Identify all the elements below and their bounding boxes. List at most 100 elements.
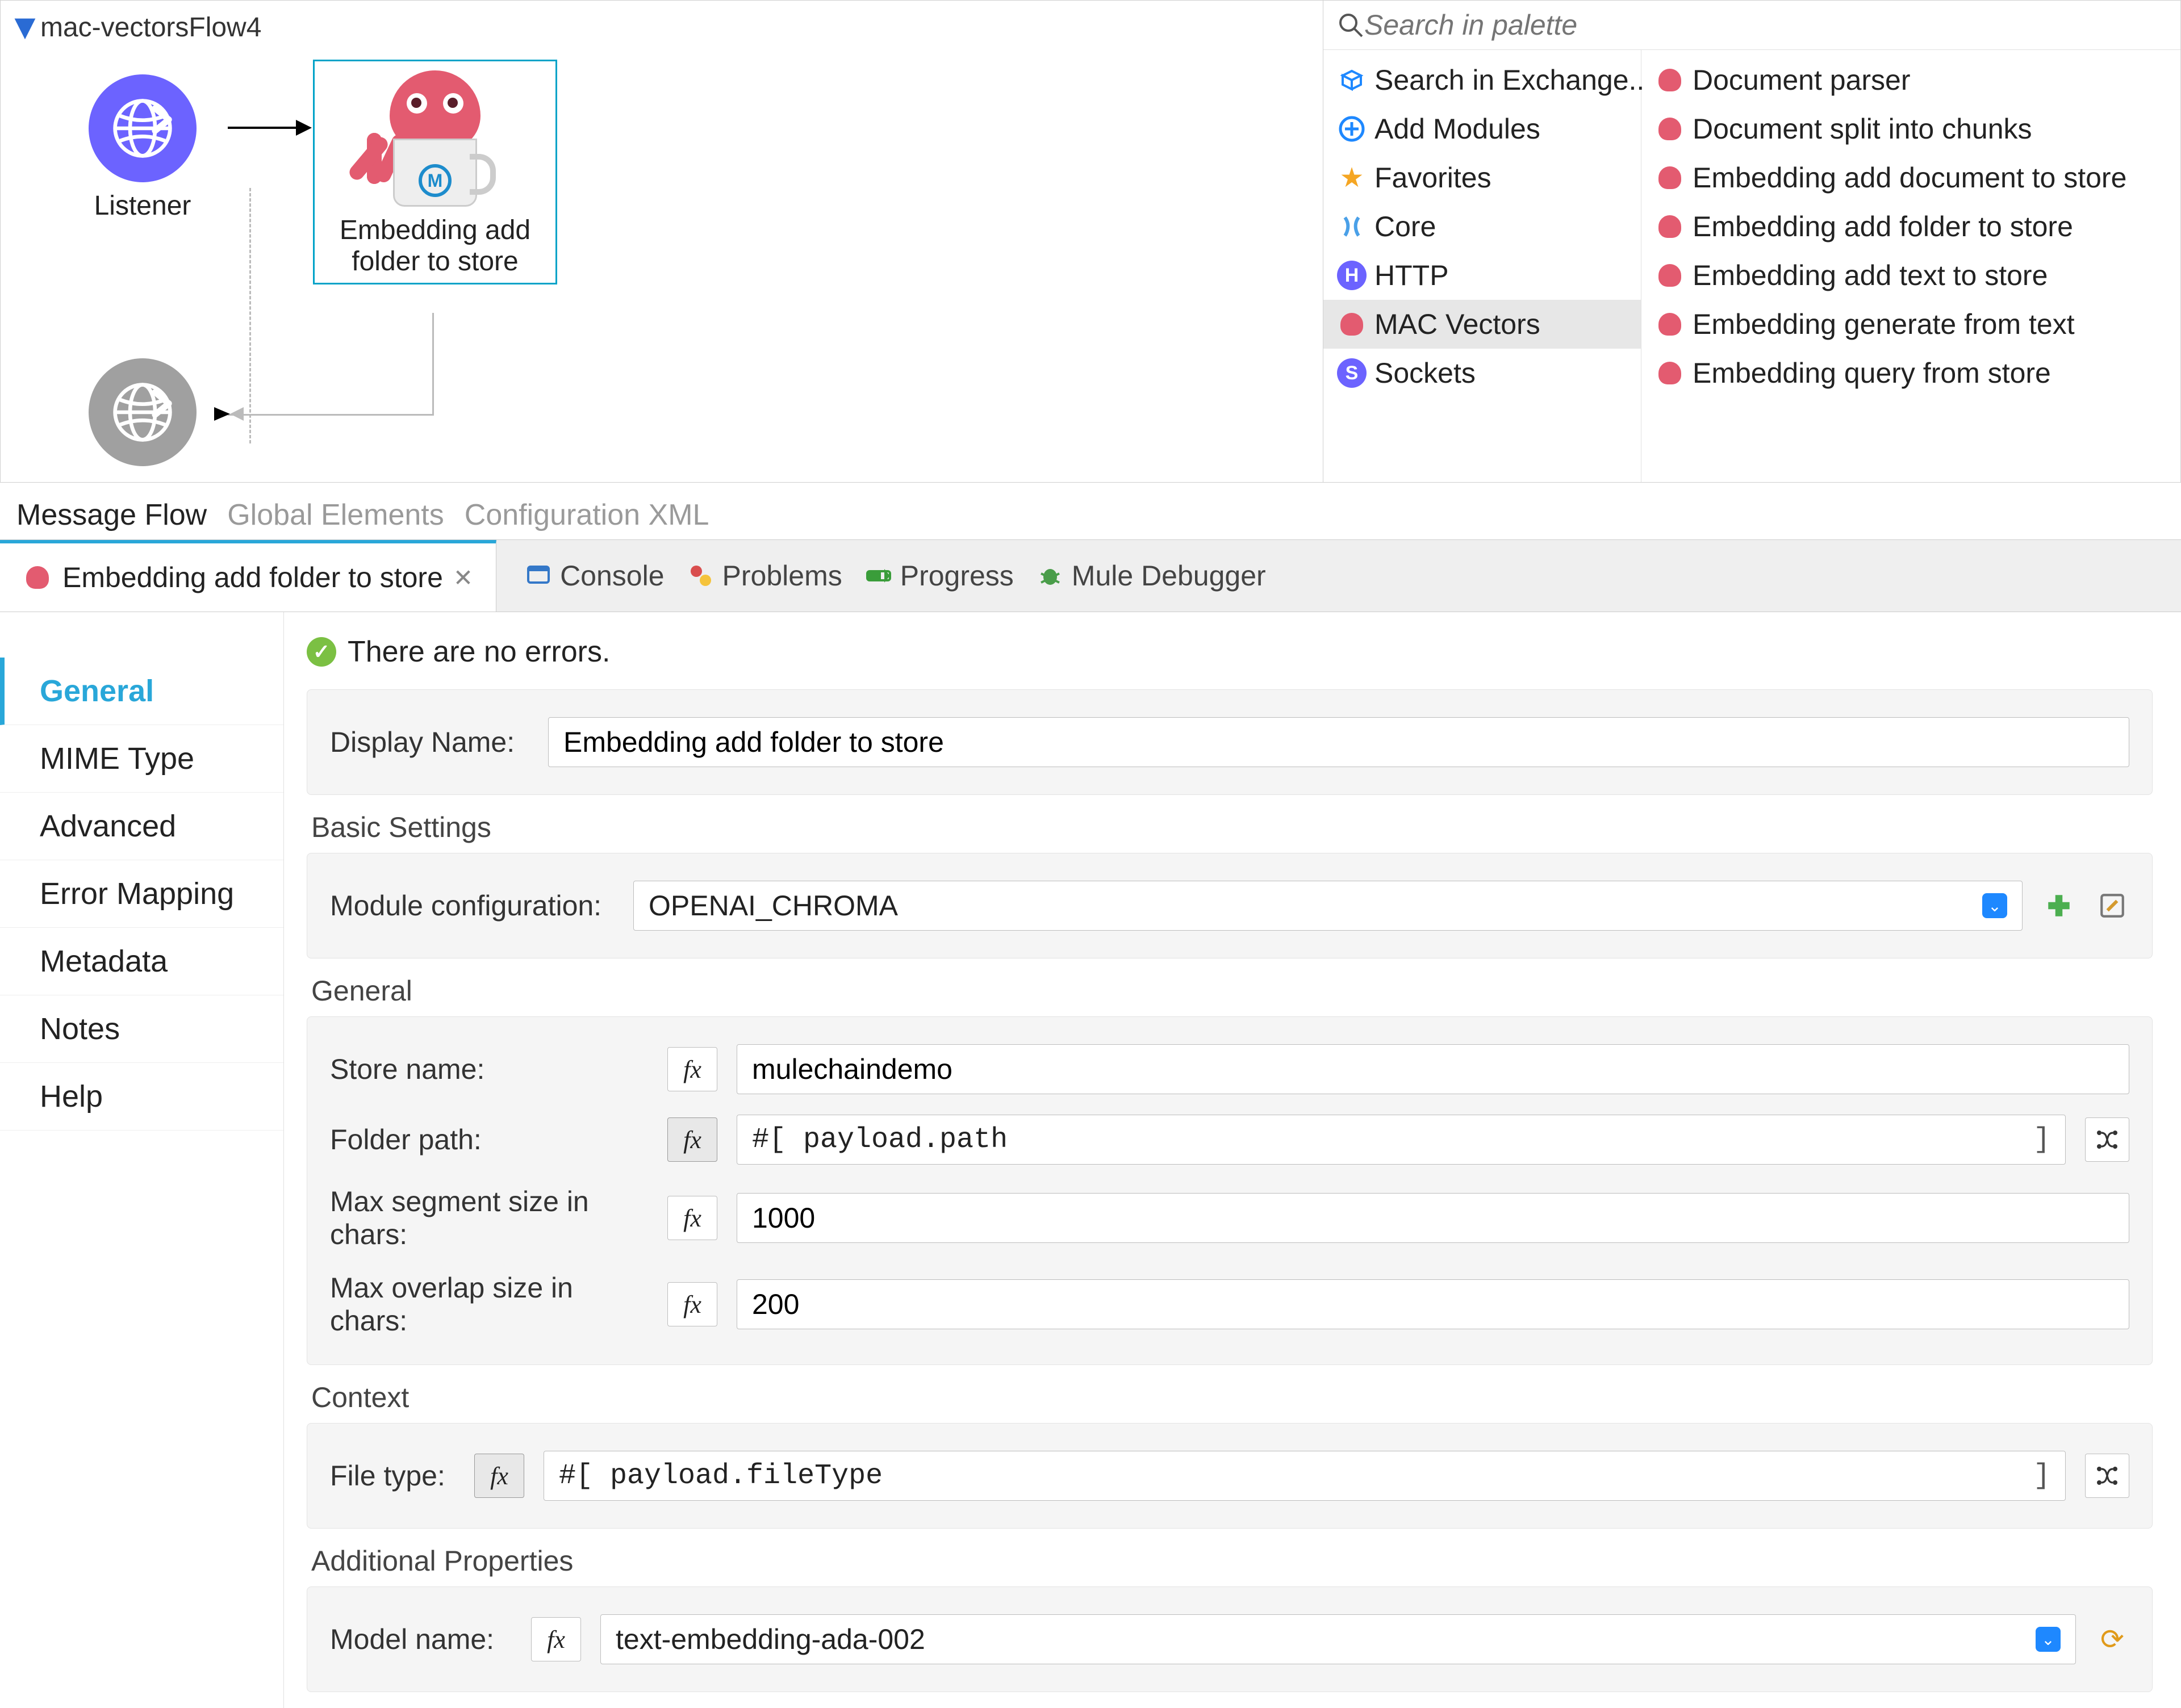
fx-toggle-folder-path[interactable]: fx [667,1117,717,1162]
mac-vectors-icon: M [367,70,503,207]
input-max-segment[interactable] [737,1193,2129,1243]
palette-cat-exchange[interactable]: Search in Exchange.. [1323,56,1641,104]
props-nav-notes[interactable]: Notes [0,995,283,1063]
transform-icon [2094,1462,2121,1489]
palette-op[interactable]: Document parser [1641,56,2180,104]
palette-cat-add-modules[interactable]: Add Modules [1323,104,1641,153]
section-additional: Additional Properties [311,1544,2153,1577]
palette-op[interactable]: Document split into chunks [1641,104,2180,153]
sockets-icon: S [1337,358,1367,388]
octopus-icon [1655,114,1685,144]
palette-cat-favorites[interactable]: ★ Favorites [1323,153,1641,202]
section-context: Context [311,1381,2153,1414]
label-display-name: Display Name: [330,726,529,759]
fx-toggle-max-segment[interactable]: fx [667,1196,717,1240]
props-nav-metadata[interactable]: Metadata [0,928,283,995]
octopus-icon [1655,163,1685,192]
input-max-overlap[interactable] [737,1279,2129,1329]
input-display-name[interactable] [548,717,2129,767]
palette-op[interactable]: Embedding generate from text [1641,300,2180,349]
exchange-icon [1337,65,1367,95]
refresh-button[interactable]: ⟳ [2095,1622,2129,1656]
palette-op[interactable]: Embedding add document to store [1641,153,2180,202]
select-module-config[interactable]: OPENAI_CHROMA ⌄ [633,881,2023,931]
props-nav-advanced[interactable]: Advanced [0,793,283,860]
fx-toggle-model-name[interactable]: fx [531,1617,581,1661]
palette-op[interactable]: Embedding add folder to store [1641,202,2180,251]
search-icon [1337,11,1364,39]
label-module-config: Module configuration: [330,889,614,922]
section-basic-settings: Basic Settings [311,811,2153,844]
properties-nav: General MIME Type Advanced Error Mapping… [0,612,284,1708]
props-nav-mime[interactable]: MIME Type [0,725,283,793]
fx-toggle-file-type[interactable]: fx [474,1454,524,1498]
label-file-type: File type: [330,1459,455,1492]
fx-toggle-store-name[interactable]: fx [667,1047,717,1091]
palette-search-row [1323,1,2180,50]
chevron-down-icon: ⌄ [2036,1627,2061,1652]
octopus-icon [1337,309,1367,339]
node-listener-label: Listener [69,190,216,221]
palette-operations: Document parser Document split into chun… [1641,50,2180,482]
status-text: There are no errors. [348,635,610,669]
input-file-type[interactable]: #[ payload.fileType] [544,1451,2066,1501]
view-console[interactable]: Console [525,559,664,592]
palette-cat-sockets[interactable]: S Sockets [1323,349,1641,397]
properties-body: ✓ There are no errors. Display Name: Bas… [284,612,2181,1708]
fx-toggle-max-overlap[interactable]: fx [667,1282,717,1326]
dataweave-button[interactable] [2085,1454,2129,1498]
globe-icon [111,381,174,443]
edit-config-button[interactable] [2095,889,2129,923]
palette-cat-http[interactable]: H HTTP [1323,251,1641,300]
console-icon [525,562,552,589]
palette-cat-core[interactable]: Core [1323,202,1641,251]
octopus-icon [23,563,52,592]
octopus-icon [1655,212,1685,241]
core-icon [1337,212,1367,241]
tab-message-flow[interactable]: Message Flow [16,498,207,532]
problems-icon [687,562,715,589]
label-model-name: Model name: [330,1623,512,1656]
octopus-icon [1655,309,1685,339]
progress-icon [865,562,892,589]
label-folder-path: Folder path: [330,1123,648,1156]
label-max-overlap: Max overlap size in chars: [330,1271,648,1337]
select-model-name[interactable]: text-embedding-ada-002 ⌄ [600,1614,2076,1664]
node-embedding-add-folder[interactable]: M Embedding add folder to store [313,60,557,284]
star-icon: ★ [1337,163,1367,192]
flow-canvas[interactable]: ▶ mac-vectorsFlow4 Listener [0,0,1323,483]
chevron-down-icon: ⌄ [1982,893,2007,918]
input-folder-path[interactable]: #[ payload.path] [737,1115,2066,1165]
label-store-name: Store name: [330,1053,648,1086]
file-tab-title: Embedding add folder to store [62,561,443,594]
props-nav-error-mapping[interactable]: Error Mapping [0,860,283,928]
section-general: General [311,974,2153,1007]
bottom-tabbar: Embedding add folder to store ✕ Console … [0,539,2181,612]
octopus-icon [1655,261,1685,290]
dataweave-button[interactable] [2085,1117,2129,1162]
close-icon[interactable]: ✕ [453,564,473,592]
node-response[interactable] [86,358,199,466]
view-mule-debugger[interactable]: Mule Debugger [1037,559,1266,592]
view-progress[interactable]: Progress [865,559,1014,592]
globe-icon [111,97,174,160]
transform-icon [2094,1126,2121,1153]
flow-collapse-toggle[interactable]: ▶ [11,19,43,40]
palette-search-input[interactable] [1364,9,2167,41]
palette-panel: Search in Exchange.. Add Modules ★ Favor… [1323,0,2181,483]
props-nav-help[interactable]: Help [0,1063,283,1131]
tab-global-elements[interactable]: Global Elements [227,498,444,532]
palette-op[interactable]: Embedding add text to store [1641,251,2180,300]
palette-op[interactable]: Embedding query from store [1641,349,2180,397]
tab-configuration-xml[interactable]: Configuration XML [465,498,709,532]
octopus-icon [1655,65,1685,95]
file-tab-active[interactable]: Embedding add folder to store ✕ [0,540,496,612]
palette-cat-mac-vectors[interactable]: MAC Vectors [1323,300,1641,349]
node-listener[interactable]: Listener [69,74,216,221]
props-nav-general[interactable]: General [0,658,283,725]
add-icon [1337,114,1367,144]
input-store-name[interactable] [737,1044,2129,1094]
view-problems[interactable]: Problems [687,559,842,592]
add-config-button[interactable] [2042,889,2076,923]
http-icon: H [1337,261,1367,290]
